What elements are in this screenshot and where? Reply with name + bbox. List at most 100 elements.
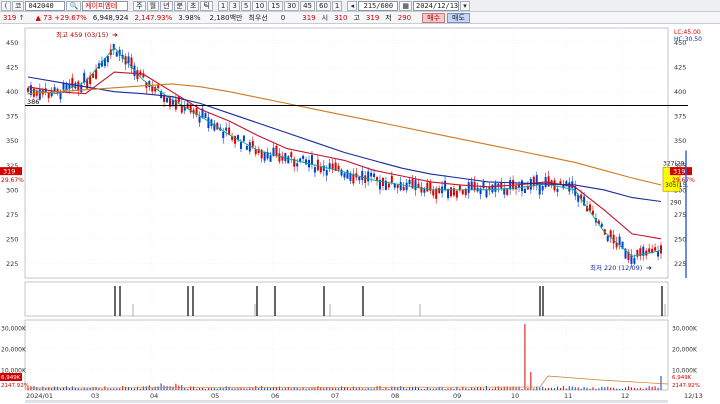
candle-body-99 — [319, 167, 322, 173]
candle-body-60 — [204, 113, 207, 119]
candle-body-139 — [438, 188, 441, 193]
price-tick-left-0: 450 — [6, 39, 18, 47]
price-tick-left-7: 275 — [6, 211, 18, 219]
candle-body-105 — [337, 165, 340, 170]
reference-line-label: 386 — [27, 98, 39, 106]
candle-body-61 — [207, 117, 210, 129]
stock-chart[interactable]: 4504504254254004003753753503503253253003… — [0, 24, 720, 404]
low-annotation: 최저 220 (12/09) — [590, 263, 642, 272]
candle-body-89 — [290, 152, 293, 158]
price-tick-left-9: 225 — [6, 260, 18, 268]
x-label-4: 06 — [271, 392, 279, 400]
candle-body-108 — [346, 170, 349, 179]
period-button-2[interactable]: 년 — [160, 0, 173, 11]
candle-body-127 — [402, 186, 405, 191]
candle-body-137 — [432, 190, 435, 196]
period-button-3[interactable]: 분 — [173, 0, 186, 11]
candle-body-67 — [225, 127, 228, 131]
period-button-1[interactable]: 월 — [146, 0, 160, 11]
best-bid-value: 0 — [280, 13, 286, 22]
open-price: 310 — [334, 13, 348, 22]
price-change: ▲ 73 +29.67% — [35, 13, 87, 22]
interval-button-8[interactable]: 1 — [331, 0, 343, 11]
interval-button-1[interactable]: 3 — [229, 0, 240, 11]
candle-body-212 — [654, 247, 657, 251]
volume-pct: 2,147.93% — [134, 13, 173, 22]
interval-button-0[interactable]: 1 — [217, 0, 229, 11]
stock-name-field[interactable]: 케이피엠테 — [82, 0, 129, 11]
interval-button-4[interactable]: 15 — [268, 0, 284, 11]
interval-button-5[interactable]: 30 — [284, 0, 300, 11]
candle-body-129 — [408, 179, 411, 185]
price-tick-right-1: 425 — [674, 64, 686, 72]
box-label-top: 327(29. — [663, 160, 686, 167]
buy-button[interactable]: 매수 — [422, 12, 446, 23]
candle-body-19 — [83, 72, 86, 83]
candle-body-74 — [245, 145, 248, 150]
volume-tick-right-2: 10,000K — [672, 368, 698, 375]
candle-body-183 — [568, 182, 571, 192]
price-tick-left-6: 300 — [6, 186, 18, 194]
candle-body-143 — [449, 187, 452, 197]
stock-code-input[interactable]: 042040 — [25, 0, 66, 11]
chart-canvas[interactable]: 4504504254254004003753753503503253253003… — [0, 24, 720, 404]
candle-body-115 — [367, 171, 370, 182]
right-pct-text: 29.67% — [672, 177, 695, 184]
interval-button-2[interactable]: 5 — [240, 0, 252, 11]
right-price-tag-text: 319 — [673, 168, 685, 176]
candle-body-51 — [177, 96, 180, 103]
candle-body-141 — [444, 180, 447, 191]
candle-body-97 — [313, 167, 316, 173]
period-button-0[interactable]: 주 — [133, 0, 146, 11]
volume-tick-left-0: 30,000K — [1, 326, 27, 333]
volume-current-text: 6,949K — [1, 375, 21, 381]
interval-button-6[interactable]: 45 — [300, 0, 315, 11]
interval-button-7[interactable]: 60 — [315, 0, 331, 11]
candle-body-7 — [47, 92, 50, 98]
price-tick-left-4: 350 — [6, 137, 18, 145]
period-button-4[interactable]: 초 — [186, 0, 200, 11]
candle-body-155 — [485, 189, 488, 198]
price-tick-right-2: 400 — [674, 88, 686, 96]
market-button[interactable]: 코 — [12, 0, 25, 11]
chart-toolbar: ( 코 042040 🔍 케이피엠테 주월년분초틱 1 3 5 10 15 30 45 60 1… — [0, 0, 720, 12]
candle-body-153 — [479, 188, 482, 195]
candle-body-214 — [660, 245, 662, 254]
candle-body-170 — [529, 178, 532, 190]
low-label: 저 — [385, 13, 392, 22]
low-price: 290 — [397, 13, 412, 22]
candle-body-109 — [349, 173, 352, 181]
candle-body-2 — [32, 88, 35, 97]
volume: 6,948,924 — [92, 13, 129, 22]
search-icon[interactable]: 🔍 — [66, 0, 82, 11]
calendar-icon[interactable]: ▾ — [460, 0, 470, 11]
x-label-7: 09 — [453, 392, 461, 400]
candle-body-125 — [396, 184, 399, 188]
code-prefix-button[interactable]: ( — [1, 0, 11, 11]
candle-body-145 — [455, 190, 458, 198]
candle-body-123 — [390, 175, 393, 183]
quote-bar: 319 ↑ ▲ 73 +29.67% 6,948,924 2,147.93% 3… — [0, 12, 720, 24]
candle-body-190 — [589, 204, 592, 211]
chart-settings-icon[interactable]: ▦ — [399, 0, 412, 11]
period-button-5[interactable]: 틱 — [200, 0, 213, 11]
candle-body-101 — [325, 170, 328, 176]
bar-counter-input[interactable]: 215/600 — [358, 0, 399, 11]
candle-body-87 — [284, 153, 287, 162]
candle-body-157 — [491, 184, 494, 193]
candle-body-126 — [399, 181, 402, 191]
candle-body-107 — [343, 173, 346, 178]
left-price-tag-text: 319 — [3, 168, 15, 176]
chart-scrollbar — [25, 400, 668, 403]
x-label-2: 04 — [150, 392, 158, 400]
date-input[interactable]: 2024/12/13 — [413, 0, 459, 11]
candle-body-210 — [648, 248, 651, 253]
candle-body-179 — [556, 188, 559, 192]
prev-icon[interactable]: ◂ — [347, 0, 358, 11]
sell-button[interactable]: 매도 — [447, 12, 470, 23]
candle-body-147 — [461, 190, 464, 195]
interval-button-3[interactable]: 10 — [252, 0, 268, 11]
candle-body-196 — [606, 235, 609, 242]
up-triangle-icon: ▲ — [35, 13, 41, 22]
price-tick-left-1: 425 — [6, 64, 18, 72]
